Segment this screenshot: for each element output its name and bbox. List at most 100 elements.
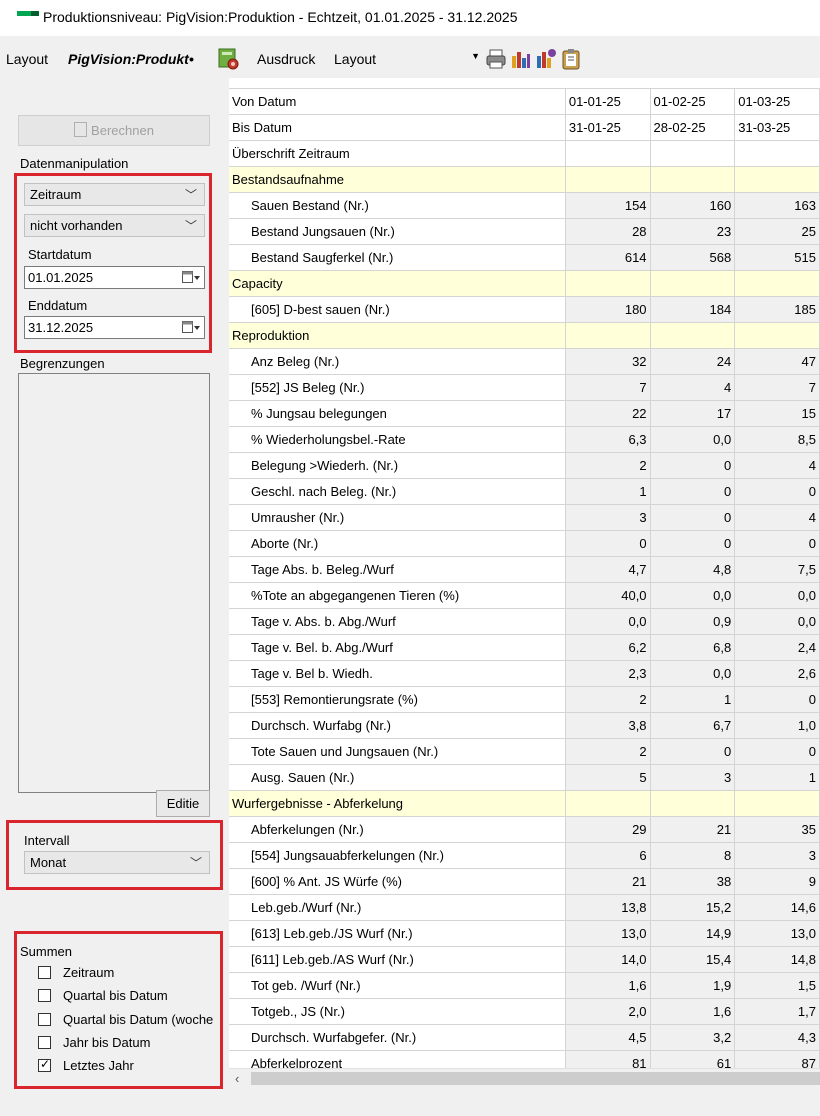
cell[interactable]: 14,6 bbox=[734, 894, 820, 921]
cell[interactable]: 3 bbox=[650, 764, 736, 791]
cell[interactable]: 0,0 bbox=[565, 608, 651, 635]
cell[interactable]: 13,0 bbox=[734, 920, 820, 947]
printer-icon[interactable] bbox=[485, 48, 507, 70]
section-row[interactable]: Bestandsaufnahme bbox=[229, 166, 820, 193]
cell[interactable] bbox=[565, 790, 651, 817]
header-row[interactable]: Bis Datum 31-01-25 28-02-25 31-03-25 bbox=[229, 114, 820, 141]
cell[interactable] bbox=[734, 270, 820, 297]
cell[interactable] bbox=[565, 140, 651, 167]
cell[interactable]: 0 bbox=[650, 478, 736, 505]
cell[interactable]: 14,9 bbox=[650, 920, 736, 947]
table-row[interactable]: Bestand Saugferkel (Nr.) 614 568 515 bbox=[229, 244, 820, 271]
table-row[interactable]: % Jungsau belegungen 22 17 15 bbox=[229, 400, 820, 427]
cell[interactable]: 1,9 bbox=[650, 972, 736, 999]
cell[interactable]: 28-02-25 bbox=[650, 114, 736, 141]
cell[interactable]: 47 bbox=[734, 348, 820, 375]
cell[interactable]: 1,0 bbox=[734, 712, 820, 739]
cell[interactable]: 28 bbox=[565, 218, 651, 245]
cell[interactable] bbox=[650, 270, 736, 297]
table-row[interactable]: [605] D-best sauen (Nr.) 180 184 185 bbox=[229, 296, 820, 323]
period-select[interactable]: Zeitraum ﹀ bbox=[24, 183, 205, 206]
cell[interactable]: 01-03-25 bbox=[734, 89, 820, 115]
cell[interactable]: 0 bbox=[734, 686, 820, 713]
cell[interactable]: 14,8 bbox=[734, 946, 820, 973]
checkbox-box[interactable]: ✓ bbox=[38, 1057, 51, 1072]
cell[interactable]: 3 bbox=[734, 842, 820, 869]
cell[interactable]: 5 bbox=[565, 764, 651, 791]
cell[interactable]: 22 bbox=[565, 400, 651, 427]
cell[interactable]: 01-02-25 bbox=[650, 89, 736, 115]
layout-settings-icon[interactable] bbox=[218, 48, 240, 70]
cell[interactable]: 0,0 bbox=[734, 608, 820, 635]
cell[interactable] bbox=[650, 322, 736, 349]
table-row[interactable]: %Tote an abgegangenen Tieren (%) 40,0 0,0 0… bbox=[229, 582, 820, 609]
table-row[interactable]: Tage v. Abs. b. Abg./Wurf 0,0 0,9 0,0 bbox=[229, 608, 820, 635]
cell[interactable] bbox=[565, 166, 651, 193]
cell[interactable]: 4,7 bbox=[565, 556, 651, 583]
chart-settings-icon[interactable] bbox=[535, 48, 557, 70]
cell[interactable]: 0 bbox=[565, 530, 651, 557]
cell[interactable]: 0,0 bbox=[650, 426, 736, 453]
print-layout-combo[interactable]: Layout ▼ bbox=[334, 48, 480, 70]
cell[interactable]: 9 bbox=[734, 868, 820, 895]
cell[interactable]: 163 bbox=[734, 192, 820, 219]
cell[interactable]: 3 bbox=[565, 504, 651, 531]
cell[interactable]: 2 bbox=[565, 738, 651, 765]
checkbox-box[interactable] bbox=[38, 966, 51, 979]
cell[interactable]: 24 bbox=[650, 348, 736, 375]
cell[interactable]: 29 bbox=[565, 816, 651, 843]
cell[interactable]: 0 bbox=[734, 530, 820, 557]
section-row[interactable]: Reproduktion bbox=[229, 322, 820, 349]
bar-chart-icon[interactable] bbox=[510, 48, 532, 70]
checkbox-box[interactable] bbox=[38, 1013, 51, 1026]
cell[interactable]: 7 bbox=[565, 374, 651, 401]
cell[interactable]: 180 bbox=[565, 296, 651, 323]
horizontal-scrollbar[interactable]: ‹ bbox=[229, 1068, 820, 1089]
cell[interactable]: 0,0 bbox=[734, 582, 820, 609]
calendar-dropdown-icon[interactable] bbox=[182, 321, 200, 334]
cell[interactable] bbox=[734, 140, 820, 167]
table-row[interactable]: Sauen Bestand (Nr.) 154 160 163 bbox=[229, 192, 820, 219]
cell[interactable]: 2 bbox=[565, 452, 651, 479]
cell[interactable] bbox=[650, 790, 736, 817]
cell[interactable]: 31-03-25 bbox=[734, 114, 820, 141]
cell[interactable]: 13,0 bbox=[565, 920, 651, 947]
cell[interactable]: 4 bbox=[734, 504, 820, 531]
cell[interactable]: 6,3 bbox=[565, 426, 651, 453]
cell[interactable]: 01-01-25 bbox=[565, 89, 651, 115]
table-row[interactable]: [611] Leb.geb./AS Wurf (Nr.) 14,0 15,4 14,8 bbox=[229, 946, 820, 973]
cell[interactable]: 6,2 bbox=[565, 634, 651, 661]
table-row[interactable]: [552] JS Beleg (Nr.) 7 4 7 bbox=[229, 374, 820, 401]
layout-combo[interactable]: PigVision:Produkt• bbox=[68, 48, 214, 70]
cell[interactable]: 7,5 bbox=[734, 556, 820, 583]
table-row[interactable]: Abferkelungen (Nr.) 29 21 35 bbox=[229, 816, 820, 843]
table-row[interactable]: Totgeb., JS (Nr.) 2,0 1,6 1,7 bbox=[229, 998, 820, 1025]
cell[interactable] bbox=[734, 166, 820, 193]
cell[interactable]: 15,2 bbox=[650, 894, 736, 921]
cell[interactable]: 7 bbox=[734, 374, 820, 401]
interval-select[interactable]: Monat ﹀ bbox=[24, 851, 210, 874]
table-row[interactable]: Leb.geb./Wurf (Nr.) 13,8 15,2 14,6 bbox=[229, 894, 820, 921]
cell[interactable]: 0 bbox=[650, 452, 736, 479]
checkbox-box[interactable] bbox=[38, 989, 51, 1002]
cell[interactable]: 25 bbox=[734, 218, 820, 245]
scrollbar-thumb[interactable] bbox=[251, 1072, 820, 1085]
cell[interactable]: 2 bbox=[565, 686, 651, 713]
table-row[interactable]: Tot geb. /Wurf (Nr.) 1,6 1,9 1,5 bbox=[229, 972, 820, 999]
cell[interactable]: 4 bbox=[650, 374, 736, 401]
cell[interactable]: 3,2 bbox=[650, 1024, 736, 1051]
cell[interactable]: 40,0 bbox=[565, 582, 651, 609]
table-row[interactable]: [600] % Ant. JS Würfe (%) 21 38 9 bbox=[229, 868, 820, 895]
cell[interactable]: 1,6 bbox=[565, 972, 651, 999]
cell[interactable]: 8,5 bbox=[734, 426, 820, 453]
section-row[interactable]: Wurfergebnisse - Abferkelung bbox=[229, 790, 820, 817]
cell[interactable]: 515 bbox=[734, 244, 820, 271]
cell[interactable]: 2,3 bbox=[565, 660, 651, 687]
cell[interactable]: 23 bbox=[650, 218, 736, 245]
cell[interactable] bbox=[734, 790, 820, 817]
cell[interactable]: 1,7 bbox=[734, 998, 820, 1025]
cell[interactable]: 21 bbox=[565, 868, 651, 895]
cell[interactable]: 1,6 bbox=[650, 998, 736, 1025]
cell[interactable]: 4,3 bbox=[734, 1024, 820, 1051]
cell[interactable]: 0 bbox=[734, 738, 820, 765]
